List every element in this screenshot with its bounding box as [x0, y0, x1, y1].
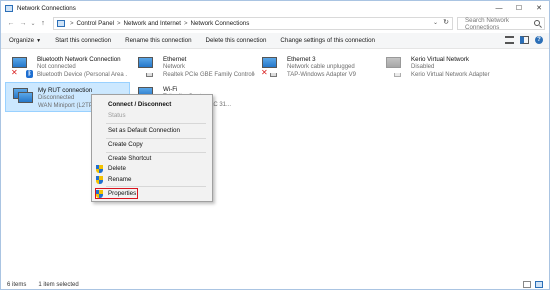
item-count: 6 items	[7, 282, 27, 288]
connection-name: My RUT connection	[38, 87, 93, 94]
close-button[interactable]: ✕	[529, 1, 549, 15]
menu-separator	[106, 123, 206, 124]
disconnected-x-icon: ✕	[261, 68, 268, 77]
address-dropdown-icon[interactable]: ⌄	[433, 19, 438, 26]
connection-status: Network cable unplugged	[287, 64, 355, 70]
forward-button[interactable]: →	[18, 20, 28, 27]
search-placeholder: Search Network Connections	[465, 16, 510, 31]
menu-item-delete[interactable]: Delete	[92, 163, 212, 174]
details-view-icon[interactable]	[523, 281, 531, 288]
connection-name: Kerio Virtual Network	[411, 56, 470, 63]
connection-device: TAP-Windows Adapter V9	[287, 71, 356, 78]
menu-item-set-default[interactable]: Set as Default Connection	[92, 125, 212, 136]
connection-name: Bluetooth Network Connection	[37, 56, 121, 63]
vpn-connection-icon	[12, 87, 34, 109]
connection-name: Ethernet 3	[287, 56, 316, 63]
chevron-down-icon: ▼	[36, 38, 42, 44]
connection-status: Not connected	[37, 64, 76, 70]
connection-item-bluetooth[interactable]: ✕ ᛒ Bluetooth Network Connection Not conn…	[5, 52, 127, 82]
disconnected-x-icon: ✕	[11, 68, 18, 77]
refresh-icon[interactable]: ↻	[443, 18, 449, 26]
menu-item-create-copy[interactable]: Create Copy	[92, 139, 212, 150]
menu-item-connect-disconnect[interactable]: Connect / Disconnect	[92, 99, 212, 110]
connection-status: Network	[163, 64, 186, 70]
window-controls: — ☐ ✕	[489, 1, 549, 15]
network-folder-icon	[5, 4, 13, 12]
title-bar: Network Connections — ☐ ✕	[1, 1, 549, 15]
connection-status: Disabled	[411, 64, 435, 70]
network-adapter-icon: ✕	[261, 56, 283, 78]
connection-status: Disconnected	[38, 95, 75, 101]
uac-shield-icon	[96, 165, 103, 173]
selection-count: 1 item selected	[38, 282, 79, 288]
breadcrumb-separator: >	[183, 20, 188, 27]
connection-item-kerio[interactable]: Kerio Virtual Network Disabled Kerio Vir…	[379, 52, 519, 82]
connection-item-ethernet-3[interactable]: ✕ Ethernet 3 Network cable unplugged TAP…	[255, 52, 377, 82]
connections-list: ✕ ᛒ Bluetooth Network Connection Not conn…	[1, 49, 549, 279]
breadcrumb-network-and-internet[interactable]: Network and Internet	[124, 20, 181, 27]
recent-locations-button[interactable]: ⌄	[28, 20, 38, 27]
breadcrumb-network-connections[interactable]: Network Connections	[190, 20, 249, 27]
help-icon[interactable]: ?	[535, 36, 543, 44]
menu-item-delete-label: Delete	[108, 165, 126, 172]
address-bar: ← → ⌄ ↑ > Control Panel > Network and In…	[1, 16, 549, 31]
network-adapter-icon	[137, 56, 159, 78]
delete-connection-button[interactable]: Delete this connection	[201, 37, 272, 44]
change-settings-button[interactable]: Change settings of this connection	[275, 37, 380, 44]
connection-name: Ethernet	[163, 56, 187, 63]
rename-connection-button[interactable]: Rename this connection	[120, 37, 196, 44]
layout-toggles	[523, 281, 543, 288]
change-view-icon[interactable]	[505, 36, 514, 44]
up-button[interactable]: ↑	[38, 20, 48, 27]
start-connection-button[interactable]: Start this connection	[50, 37, 116, 44]
minimize-button[interactable]: —	[489, 1, 509, 15]
preview-pane-icon[interactable]	[520, 36, 529, 44]
uac-shield-icon	[96, 176, 103, 184]
address-input[interactable]: > Control Panel > Network and Internet >…	[53, 17, 453, 30]
network-adapter-icon	[385, 56, 407, 78]
tiles-view-icon[interactable]	[535, 281, 543, 288]
control-panel-icon	[57, 20, 65, 27]
menu-separator	[106, 186, 206, 187]
back-button[interactable]: ←	[6, 20, 16, 27]
view-controls: ?	[505, 36, 543, 44]
status-bar: 6 items 1 item selected	[1, 280, 549, 290]
organize-menu[interactable]: Organize ▼	[4, 37, 46, 44]
breadcrumb-separator: >	[117, 20, 121, 27]
properties-highlight-box	[95, 188, 138, 199]
menu-item-rename-label: Rename	[108, 176, 132, 183]
organize-label: Organize	[9, 37, 35, 44]
connection-device: WAN Miniport (L2TP)	[38, 102, 95, 109]
menu-item-status: Status	[108, 112, 126, 119]
search-icon	[534, 20, 540, 26]
connection-device: Bluetooth Device (Personal Area ...	[37, 71, 127, 78]
window-title: Network Connections	[17, 4, 76, 12]
connection-device: Realtek PCIe GBE Family Controller	[163, 71, 255, 78]
network-adapter-icon: ✕ ᛒ	[11, 56, 33, 78]
explorer-window: Network Connections — ☐ ✕ ← → ⌄ ↑ > Cont…	[0, 0, 550, 290]
connection-name: Wi-Fi	[163, 86, 178, 93]
maximize-button[interactable]: ☐	[509, 1, 529, 15]
connection-device: Kerio Virtual Network Adapter	[411, 71, 490, 78]
breadcrumb-separator: >	[70, 20, 74, 27]
search-input[interactable]: Search Network Connections	[457, 16, 545, 31]
connection-item-ethernet[interactable]: Ethernet Network Realtek PCIe GBE Family…	[131, 52, 255, 82]
breadcrumb-control-panel[interactable]: Control Panel	[77, 20, 115, 27]
context-menu: Connect / Disconnect Status Set as Defau…	[91, 94, 213, 202]
bluetooth-icon: ᛒ	[26, 70, 33, 78]
command-bar: Organize ▼ Start this connection Rename t…	[1, 33, 549, 49]
menu-item-rename[interactable]: Rename	[92, 174, 212, 185]
